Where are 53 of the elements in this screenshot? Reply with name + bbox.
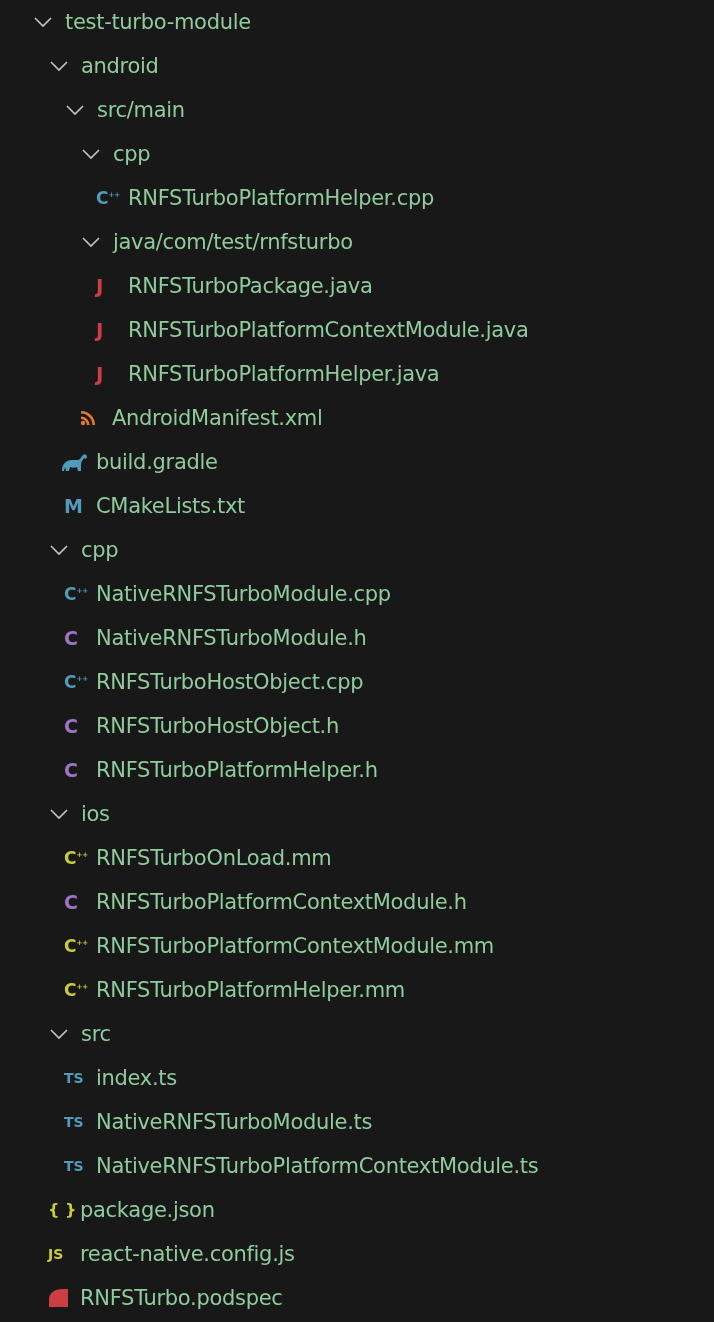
file-name[interactable]: RNFSTurboPackage.java [128,274,373,298]
file-name[interactable]: build.gradle [96,450,218,474]
j-letter-icon: J [96,276,104,296]
file-name[interactable]: RNFSTurboPlatformHelper.java [128,362,440,386]
j-letter-icon: J [96,320,104,340]
ts-letters-icon: TS [64,1159,84,1173]
chevron-down-icon[interactable] [34,16,52,28]
chevron-down-icon[interactable] [50,544,68,556]
folder-name[interactable]: test-turbo-module [65,10,251,34]
m-letter-icon: M [64,496,83,516]
folder-name[interactable]: src/main [97,98,185,122]
rss-icon [80,410,96,426]
file-name[interactable]: RNFSTurboHostObject.cpp [96,670,364,694]
file-name[interactable]: index.ts [96,1066,177,1090]
c-letter-icon: C [64,628,78,648]
file-name[interactable]: RNFSTurboHostObject.h [96,714,339,738]
file-name[interactable]: NativeRNFSTurboPlatformContextModule.ts [96,1154,539,1178]
file-name[interactable]: RNFSTurbo.podspec [80,1286,283,1310]
file-name[interactable]: NativeRNFSTurboModule.h [96,626,367,650]
chevron-down-icon[interactable] [50,1028,68,1040]
js-letters-icon: JS [48,1247,64,1261]
folder-name[interactable]: java/com/test/rnfsturbo [113,230,353,254]
file-name[interactable]: AndroidManifest.xml [112,406,323,430]
chevron-down-icon[interactable] [50,808,68,820]
j-letter-icon: J [96,364,104,384]
file-name[interactable]: NativeRNFSTurboModule.cpp [96,582,391,606]
file-name[interactable]: RNFSTurboPlatformHelper.cpp [128,186,434,210]
file-name[interactable]: RNFSTurboPlatformContextModule.mm [96,934,494,958]
chevron-down-icon[interactable] [66,104,84,116]
file-name[interactable]: react-native.config.js [80,1242,295,1266]
file-name[interactable]: RNFSTurboPlatformContextModule.h [96,890,467,914]
elephant-icon [60,452,88,472]
file-name[interactable]: RNFSTurboPlatformContextModule.java [128,318,529,342]
file-name[interactable]: RNFSTurboPlatformHelper.mm [96,978,405,1002]
file-name[interactable]: RNFSTurboOnLoad.mm [96,846,332,870]
ts-letters-icon: TS [64,1115,84,1129]
chevron-down-icon[interactable] [82,236,100,248]
curly-braces-icon: { } [48,1202,77,1218]
folder-name[interactable]: src [81,1022,111,1046]
c-letter-icon: C [64,760,78,780]
chevron-down-icon[interactable] [50,60,68,72]
folder-name[interactable]: cpp [113,142,151,166]
file-name[interactable]: CMakeLists.txt [96,494,245,518]
c-letter-icon: C [64,892,78,912]
folder-name[interactable]: cpp [81,538,119,562]
file-name[interactable]: RNFSTurboPlatformHelper.h [96,758,378,782]
folder-name[interactable]: android [81,54,159,78]
c-letter-icon: C [64,716,78,736]
ts-letters-icon: TS [64,1071,84,1085]
file-name[interactable]: package.json [80,1198,215,1222]
file-name[interactable]: NativeRNFSTurboModule.ts [96,1110,373,1134]
folder-name[interactable]: ios [81,802,110,826]
chevron-down-icon[interactable] [82,148,100,160]
